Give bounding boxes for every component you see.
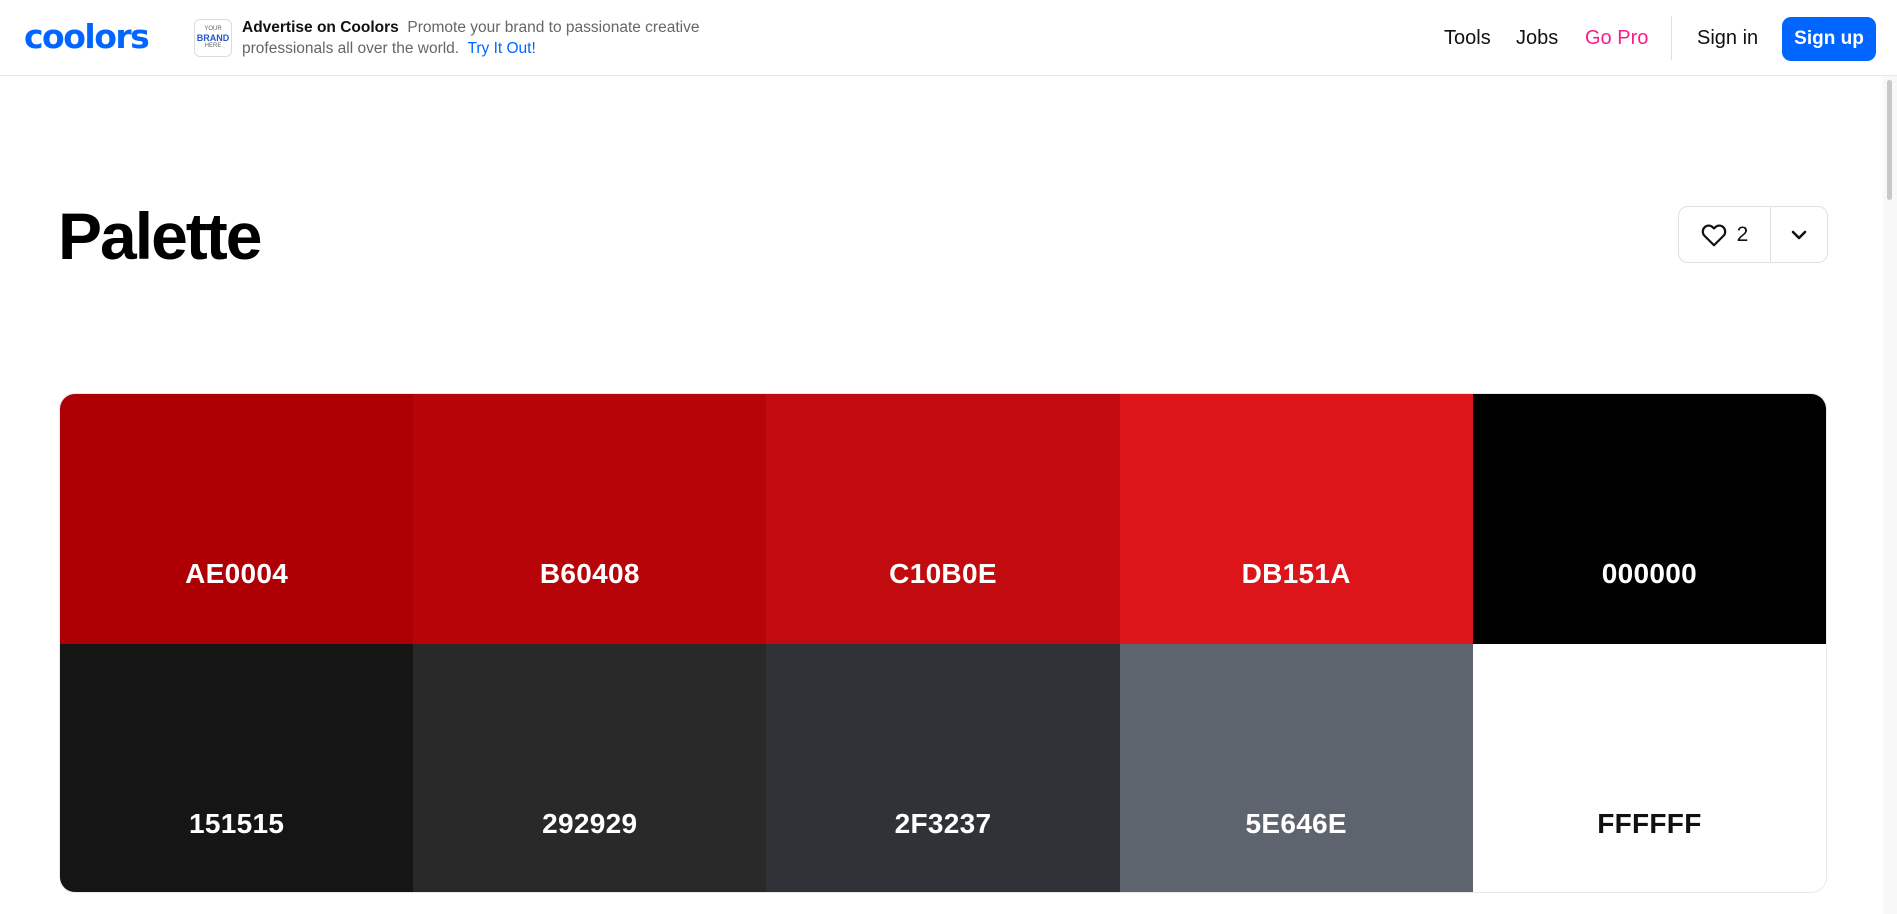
nav-jobs[interactable]: Jobs [1516,0,1558,76]
swatch-hex-label[interactable]: AE0004 [185,558,288,590]
color-swatch[interactable]: FFFFFF [1472,644,1826,892]
logo-text: coolors [24,16,150,56]
nav-divider [1671,16,1672,60]
nav-go-pro[interactable]: Go Pro [1585,0,1648,76]
ad-box-top-text: YOUR [204,26,222,32]
sign-up-button[interactable]: Sign up [1782,17,1876,61]
like-widget: 2 [1678,206,1828,263]
ad-box-bottom-text: HERE [204,43,222,49]
chevron-down-icon [1791,230,1807,239]
ad-link[interactable]: Try It Out! [467,40,535,57]
ad-title: Advertise on Coolors [242,19,399,36]
palette-grid: AE0004 B60408 C10B0E DB151A 000000 151515 2929… [59,393,1827,893]
color-swatch[interactable]: C10B0E [766,394,1120,644]
scrollbar-thumb[interactable] [1887,80,1892,200]
color-swatch[interactable]: 5E646E [1119,644,1473,892]
swatch-hex-label[interactable]: B60408 [540,558,640,590]
color-swatch[interactable]: 000000 [1472,394,1826,644]
swatch-hex-label[interactable]: DB151A [1242,558,1351,590]
more-options-button[interactable] [1771,207,1827,262]
color-swatch[interactable]: 2F3237 [766,644,1120,892]
heart-icon [1701,224,1726,246]
color-swatch[interactable]: AE0004 [60,394,414,644]
like-button[interactable]: 2 [1679,207,1771,262]
swatch-hex-label[interactable]: 000000 [1602,558,1697,590]
nav-tools[interactable]: Tools [1444,0,1491,76]
color-swatch[interactable]: B60408 [413,394,767,644]
color-swatch[interactable]: 151515 [60,644,414,892]
swatch-hex-label[interactable]: 2F3237 [895,808,992,840]
swatch-hex-label[interactable]: 292929 [542,808,637,840]
ad-brand-image[interactable]: YOUR BRAND HERE [194,19,232,57]
ad-banner: Advertise on Coolors Promote your brand … [242,17,702,59]
swatch-hex-label[interactable]: FFFFFF [1597,808,1701,840]
like-count: 2 [1736,222,1749,246]
top-header: coolors YOUR BRAND HERE Advertise on Coo… [0,0,1897,76]
ad-box-brand-text: BRAND [196,33,230,43]
color-swatch[interactable]: 292929 [413,644,767,892]
page-title: Palette [58,199,262,273]
color-swatch[interactable]: DB151A [1119,394,1473,644]
swatch-hex-label[interactable]: 5E646E [1245,808,1346,840]
swatch-hex-label[interactable]: C10B0E [889,558,997,590]
coolors-logo[interactable]: coolors [24,16,150,56]
page-scrollbar[interactable] [1883,76,1897,914]
sign-in-link[interactable]: Sign in [1697,0,1758,76]
swatch-hex-label[interactable]: 151515 [189,808,284,840]
